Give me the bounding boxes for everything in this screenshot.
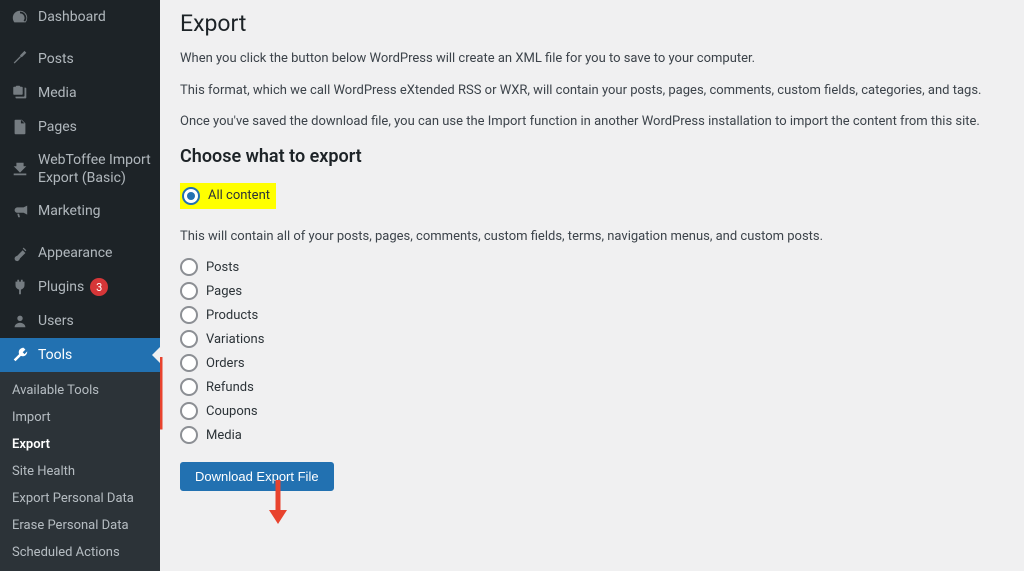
submenu-available-tools[interactable]: Available Tools	[0, 377, 160, 404]
download-export-button[interactable]: Download Export File	[180, 462, 334, 491]
megaphone-icon	[10, 201, 30, 221]
radio-input[interactable]	[180, 402, 198, 420]
sidebar-item-webtoffee[interactable]: WebToffee Import Export (Basic)	[0, 144, 160, 194]
radio-refunds[interactable]: Refunds	[180, 378, 1004, 396]
radio-label: All content	[208, 188, 270, 203]
sidebar-item-users[interactable]: Users	[0, 304, 160, 338]
annotation-arrow-export	[160, 352, 175, 442]
radio-input[interactable]	[180, 258, 198, 276]
sidebar-item-label: Tools	[38, 346, 72, 364]
sidebar-item-pages[interactable]: Pages	[0, 110, 160, 144]
page-title: Export	[180, 10, 1004, 37]
import-export-icon	[10, 159, 30, 179]
sidebar-item-label: Appearance	[38, 244, 112, 262]
update-badge: 3	[90, 278, 108, 296]
radio-coupons[interactable]: Coupons	[180, 402, 1004, 420]
dashboard-icon	[10, 7, 30, 27]
sidebar-item-dashboard[interactable]: Dashboard	[0, 0, 160, 34]
radio-label: Posts	[206, 260, 239, 275]
radio-all-content[interactable]: All content	[180, 183, 276, 209]
radio-input[interactable]	[180, 378, 198, 396]
sidebar-item-plugins[interactable]: Plugins 3	[0, 270, 160, 304]
sidebar-item-label: Posts	[38, 50, 74, 68]
media-icon	[10, 83, 30, 103]
radio-input[interactable]	[180, 354, 198, 372]
radio-label: Coupons	[206, 404, 258, 419]
radio-variations[interactable]: Variations	[180, 330, 1004, 348]
radio-label: Variations	[206, 332, 264, 347]
radio-input[interactable]	[180, 306, 198, 324]
sidebar-item-label: Plugins	[38, 278, 84, 296]
appearance-icon	[10, 243, 30, 263]
radio-input[interactable]	[180, 426, 198, 444]
tools-submenu: Available Tools Import Export Site Healt…	[0, 372, 160, 571]
submenu-scheduled-actions[interactable]: Scheduled Actions	[0, 539, 160, 566]
radio-label: Orders	[206, 356, 245, 371]
radio-label: Media	[206, 428, 242, 443]
radio-media[interactable]: Media	[180, 426, 1004, 444]
plugins-icon	[10, 277, 30, 297]
radio-orders[interactable]: Orders	[180, 354, 1004, 372]
sidebar-item-media[interactable]: Media	[0, 76, 160, 110]
sidebar-item-appearance[interactable]: Appearance	[0, 236, 160, 270]
sidebar-item-label: Users	[38, 312, 74, 330]
sidebar-item-label: Dashboard	[38, 8, 106, 26]
radio-label: Pages	[206, 284, 242, 299]
intro-paragraph-1: When you click the button below WordPres…	[180, 49, 1004, 69]
radio-label: Refunds	[206, 380, 254, 395]
sidebar-item-label: WebToffee Import Export (Basic)	[38, 151, 152, 187]
sidebar-item-label: Media	[38, 84, 77, 102]
sidebar-item-marketing[interactable]: Marketing	[0, 194, 160, 228]
submenu-import[interactable]: Import	[0, 404, 160, 431]
submenu-erase-personal[interactable]: Erase Personal Data	[0, 512, 160, 539]
radio-input[interactable]	[180, 282, 198, 300]
all-content-description: This will contain all of your posts, pag…	[180, 227, 1004, 247]
pin-icon	[10, 49, 30, 69]
sidebar-item-posts[interactable]: Posts	[0, 42, 160, 76]
main-content: Export When you click the button below W…	[160, 0, 1024, 571]
sidebar-item-tools[interactable]: Tools	[0, 338, 160, 372]
radio-pages[interactable]: Pages	[180, 282, 1004, 300]
submenu-site-health[interactable]: Site Health	[0, 458, 160, 485]
radio-label: Products	[206, 308, 258, 323]
submenu-export[interactable]: Export	[0, 431, 160, 458]
intro-paragraph-2: This format, which we call WordPress eXt…	[180, 81, 1004, 101]
radio-input[interactable]	[182, 187, 200, 205]
submenu-export-personal[interactable]: Export Personal Data	[0, 485, 160, 512]
admin-sidebar: Dashboard Posts Media Pages WebToffee Im…	[0, 0, 160, 571]
sidebar-item-label: Pages	[38, 118, 77, 136]
radio-products[interactable]: Products	[180, 306, 1004, 324]
users-icon	[10, 311, 30, 331]
tools-icon	[10, 345, 30, 365]
sidebar-item-label: Marketing	[38, 202, 101, 220]
radio-posts[interactable]: Posts	[180, 258, 1004, 276]
pages-icon	[10, 117, 30, 137]
radio-input[interactable]	[180, 330, 198, 348]
intro-paragraph-3: Once you've saved the download file, you…	[180, 112, 1004, 132]
choose-heading: Choose what to export	[180, 146, 1004, 167]
